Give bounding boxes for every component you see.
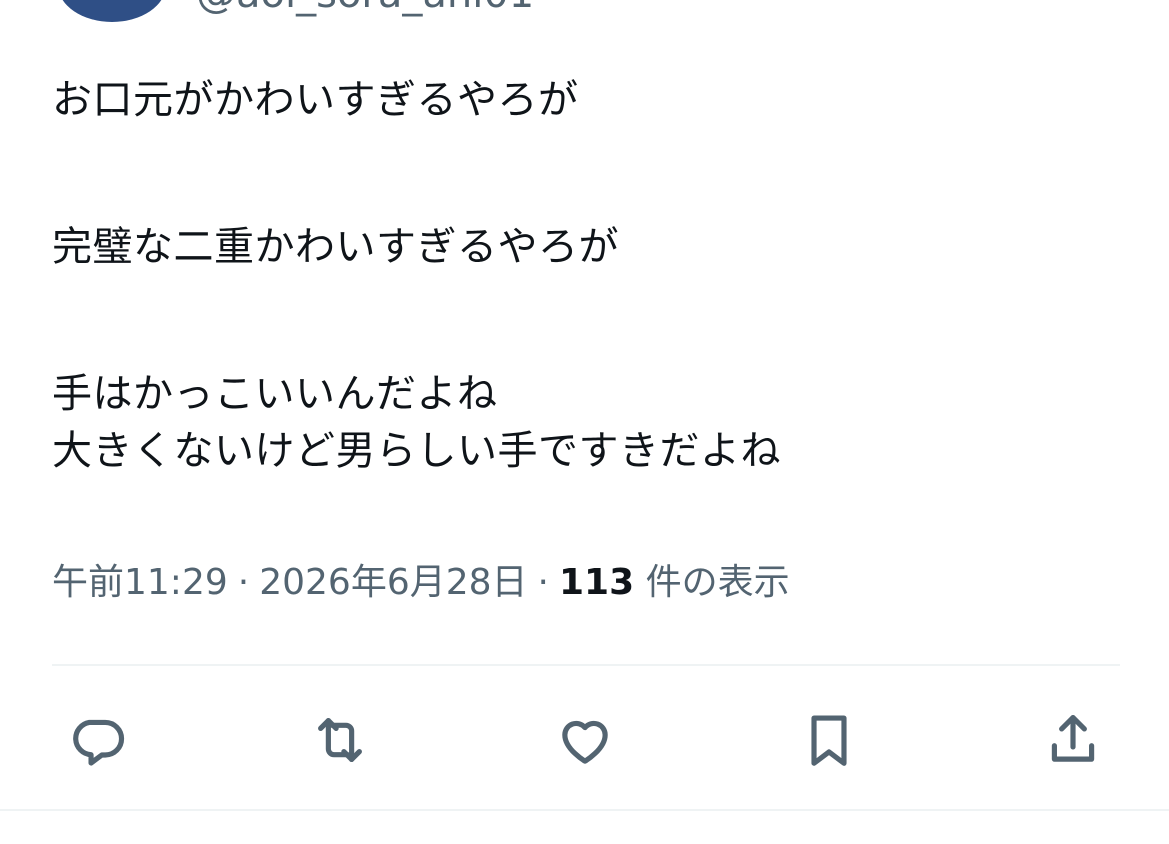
share-button[interactable] [1038,705,1108,775]
tweet-time[interactable]: 午前11:29 [52,562,228,603]
tweet-line: 手はかっこいいんだよね [52,371,498,417]
heart-icon [562,720,608,764]
author-avatar[interactable] [58,0,166,22]
retweet-icon [318,718,362,762]
tweet-line: お口元がかわいすぎるやろが [52,77,579,123]
bottom-divider [0,809,1169,811]
bookmark-button[interactable] [794,705,864,775]
tweet-line: 完璧な二重かわいすぎるやろが [52,224,619,270]
views-label[interactable]: 件の表示 [646,562,790,603]
tweet-text: お口元がかわいすぎるやろが 完璧な二重かわいすぎるやろが 手はかっこいいんだよね… [52,72,1122,480]
meta-separator: · [237,562,250,603]
views-count[interactable]: 113 [559,562,634,603]
bookmark-icon [811,715,847,766]
reply-icon [73,719,125,766]
divider [52,664,1120,666]
share-icon [1051,714,1095,762]
tweet-date[interactable]: 2026年6月28日 [259,562,527,603]
reply-button[interactable] [62,705,132,775]
tweet-meta: 午前11:29 · 2026年6月28日 · 113 件の表示 [52,561,790,605]
tweet-line: 大きくないけど男らしい手ですきだよね [52,428,781,474]
retweet-button[interactable] [305,705,375,775]
meta-separator: · [537,562,549,603]
like-button[interactable] [550,705,620,775]
author-handle[interactable]: @aoi_sora_ani01 [196,0,534,14]
